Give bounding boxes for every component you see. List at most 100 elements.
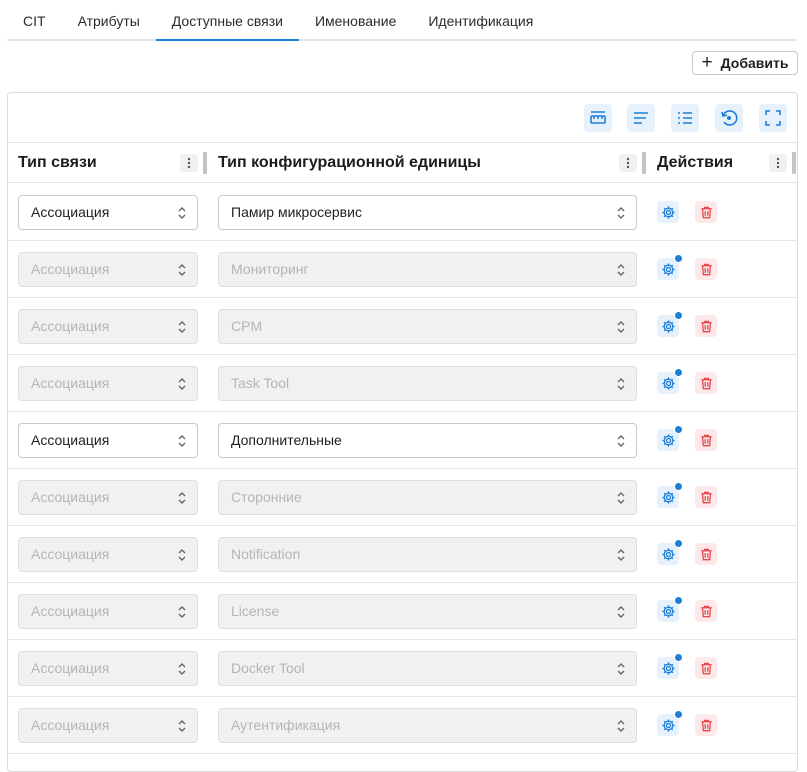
plus-icon: +: [701, 51, 713, 73]
chevron-updown-icon: [178, 492, 186, 504]
trash-icon: [700, 206, 712, 218]
ci-type-select[interactable]: Дополнительные: [218, 423, 637, 458]
ci-type-value: Мониторинг: [231, 261, 309, 277]
delete-button[interactable]: [695, 429, 717, 451]
relation-type-value: Ассоциация: [31, 717, 110, 733]
tab-4[interactable]: Идентификация: [412, 0, 549, 39]
ci-type-value: Notification: [231, 546, 301, 562]
delete-button[interactable]: [695, 714, 717, 736]
ruler-icon: [590, 111, 606, 124]
delete-button[interactable]: [695, 315, 717, 337]
relation-type-select[interactable]: Ассоциация: [18, 423, 198, 458]
settings-button[interactable]: [657, 482, 683, 508]
ci-type-select: Task Tool: [218, 366, 637, 401]
chevron-updown-icon: [617, 321, 625, 333]
ci-type-select: Notification: [218, 537, 637, 572]
table-row: Ассоциация Дополнительные: [8, 412, 797, 469]
trash-icon: [700, 320, 712, 332]
table-row: Ассоциация Task Tool: [8, 355, 797, 412]
delete-button[interactable]: [695, 486, 717, 508]
relation-type-value: Ассоциация: [31, 489, 110, 505]
grid-header: Тип связи Тип конфигурационной единицы Д…: [8, 143, 797, 183]
chevron-updown-icon: [178, 606, 186, 618]
settings-button[interactable]: [657, 539, 683, 565]
trash-icon: [700, 263, 712, 275]
trash-icon: [700, 548, 712, 560]
column-header-actions[interactable]: Действия: [657, 143, 733, 183]
tab-3[interactable]: Именование: [299, 0, 412, 39]
settings-button[interactable]: [657, 596, 683, 622]
settings-button[interactable]: [657, 254, 683, 280]
gear-icon: [661, 376, 675, 390]
relation-type-value: Ассоциация: [31, 432, 110, 448]
relation-type-select: Ассоциация: [18, 651, 198, 686]
relation-type-select[interactable]: Ассоциация: [18, 195, 198, 230]
tab-1[interactable]: Атрибуты: [62, 0, 156, 39]
ci-type-select: Мониторинг: [218, 252, 637, 287]
column-header-relation-type[interactable]: Тип связи: [18, 143, 97, 183]
column-header-ci-type[interactable]: Тип конфигурационной единицы: [218, 143, 481, 183]
column-menu-icon[interactable]: [769, 154, 787, 172]
relation-type-select: Ассоциация: [18, 252, 198, 287]
chevron-updown-icon: [178, 321, 186, 333]
column-resize-handle[interactable]: [642, 152, 646, 174]
gear-icon: [661, 718, 675, 732]
relation-type-value: Ассоциация: [31, 318, 110, 334]
settings-button[interactable]: [657, 201, 679, 223]
density-button[interactable]: [584, 104, 612, 132]
settings-button[interactable]: [657, 311, 683, 337]
chevron-updown-icon: [617, 492, 625, 504]
ci-type-select: CPM: [218, 309, 637, 344]
relation-type-select: Ассоциация: [18, 480, 198, 515]
chevron-updown-icon: [178, 378, 186, 390]
delete-button[interactable]: [695, 600, 717, 622]
settings-button[interactable]: [657, 368, 683, 394]
table-row: Ассоциация Памир микросервис: [8, 184, 797, 241]
settings-button[interactable]: [657, 425, 683, 451]
tab-bar: CIT Атрибуты Доступные связи Именование Иден…: [7, 0, 797, 41]
table-row: Ассоциация License: [8, 583, 797, 640]
gear-icon: [661, 262, 675, 276]
chevron-updown-icon: [617, 549, 625, 561]
tab-2[interactable]: Доступные связи: [155, 0, 300, 41]
ci-type-value: CPM: [231, 318, 263, 334]
indicator-dot: [674, 653, 683, 662]
indicator-dot: [674, 425, 683, 434]
ci-type-value: Сторонние: [231, 489, 302, 505]
ci-type-select[interactable]: Памир микросервис: [218, 195, 637, 230]
tab-0[interactable]: CIT: [7, 0, 62, 39]
column-menu-icon[interactable]: [619, 154, 637, 172]
columns-button[interactable]: [671, 104, 699, 132]
chevron-updown-icon: [617, 207, 625, 219]
add-button[interactable]: + Добавить: [692, 51, 798, 75]
table-row: Ассоциация Notification: [8, 526, 797, 583]
delete-button[interactable]: [695, 657, 717, 679]
settings-button[interactable]: [657, 653, 683, 679]
reset-button[interactable]: [715, 104, 743, 132]
settings-button[interactable]: [657, 710, 683, 736]
fullscreen-button[interactable]: [759, 104, 787, 132]
trash-icon: [700, 719, 712, 731]
chevron-updown-icon: [617, 606, 625, 618]
delete-button[interactable]: [695, 201, 717, 223]
indicator-dot: [674, 254, 683, 263]
trash-icon: [700, 434, 712, 446]
relation-type-value: Ассоциация: [31, 261, 110, 277]
relation-type-value: Ассоциация: [31, 204, 110, 220]
column-resize-handle[interactable]: [203, 152, 207, 174]
chevron-updown-icon: [617, 435, 625, 447]
indicator-dot: [674, 596, 683, 605]
column-menu-icon[interactable]: [180, 154, 198, 172]
ci-type-value: Docker Tool: [231, 660, 305, 676]
delete-button[interactable]: [695, 543, 717, 565]
delete-button[interactable]: [695, 372, 717, 394]
table-row: Ассоциация Аутентификация: [8, 697, 797, 754]
ci-type-select: Docker Tool: [218, 651, 637, 686]
chevron-updown-icon: [617, 264, 625, 276]
gear-icon: [661, 319, 675, 333]
delete-button[interactable]: [695, 258, 717, 280]
align-button[interactable]: [627, 104, 655, 132]
column-resize-handle[interactable]: [792, 152, 796, 174]
relation-type-select: Ассоциация: [18, 309, 198, 344]
indicator-dot: [674, 539, 683, 548]
